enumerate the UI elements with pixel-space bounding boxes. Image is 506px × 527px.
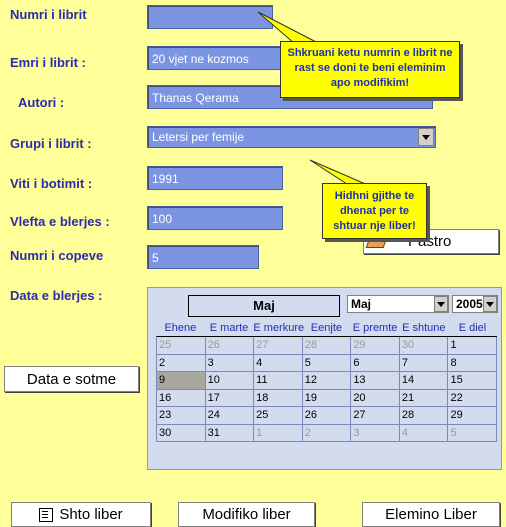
month-select-value: Maj bbox=[351, 297, 372, 311]
calendar-day[interactable]: 3 bbox=[351, 424, 400, 442]
calendar-day[interactable]: 12 bbox=[302, 372, 352, 390]
calendar-week-row: 30 31 1 2 3 4 5 bbox=[157, 424, 498, 442]
calendar-day[interactable]: 21 bbox=[399, 389, 449, 407]
calendar-day[interactable]: 16 bbox=[157, 389, 206, 407]
add-book-button[interactable]: Shto liber bbox=[11, 502, 151, 527]
calendar-day[interactable]: 15 bbox=[448, 372, 498, 390]
calendar-day[interactable]: 11 bbox=[254, 372, 303, 390]
calendar-day[interactable]: 3 bbox=[205, 354, 255, 372]
calendar-day[interactable]: 26 bbox=[205, 337, 255, 355]
calendar-day[interactable]: 4 bbox=[399, 424, 449, 442]
calendar-day[interactable]: 2 bbox=[157, 354, 206, 372]
calendar-day[interactable]: 29 bbox=[448, 407, 498, 425]
calendar-day[interactable]: 28 bbox=[302, 337, 352, 355]
calendar-day[interactable]: 2 bbox=[302, 424, 352, 442]
add-book-icon bbox=[39, 507, 54, 522]
calendar-grid: Ehene E marte E merkure Eenjte E premte E sht… bbox=[156, 320, 498, 442]
calendar-day[interactable]: 23 bbox=[157, 407, 206, 425]
calendar-day[interactable]: 7 bbox=[399, 354, 449, 372]
chevron-down-icon[interactable] bbox=[434, 296, 448, 312]
calendar-day[interactable]: 8 bbox=[448, 354, 498, 372]
calendar-day[interactable]: 30 bbox=[157, 424, 206, 442]
calendar-day[interactable]: 10 bbox=[205, 372, 255, 390]
add-book-label: Shto liber bbox=[59, 506, 123, 523]
calendar-day[interactable]: 6 bbox=[351, 354, 400, 372]
calendar-day[interactable]: 4 bbox=[254, 354, 303, 372]
calendar-days: 25 26 27 28 29 30 1 2 3 4 5 6 7 8 9 10 11 12 13 14 15 16 17 18 1… bbox=[156, 336, 498, 442]
calendar-week-row: 23 24 25 26 27 28 29 bbox=[157, 407, 498, 425]
year-select-value: 2005 bbox=[456, 297, 483, 311]
calendar-day[interactable]: 31 bbox=[205, 424, 255, 442]
today-button[interactable]: Data e sotme bbox=[4, 366, 139, 392]
calendar-day[interactable]: 30 bbox=[399, 337, 449, 355]
calendar-day[interactable]: 17 bbox=[205, 389, 255, 407]
calendar-day[interactable]: 13 bbox=[351, 372, 400, 390]
calendar-day[interactable]: 1 bbox=[448, 337, 498, 355]
year-select[interactable]: 2005 bbox=[452, 295, 498, 313]
month-select[interactable]: Maj bbox=[347, 295, 449, 313]
calendar-day[interactable]: 24 bbox=[205, 407, 255, 425]
calendar-day-selected[interactable]: 9 bbox=[157, 372, 206, 390]
calendar-day[interactable]: 25 bbox=[157, 337, 206, 355]
calendar-day[interactable]: 19 bbox=[302, 389, 352, 407]
calendar-day[interactable]: 27 bbox=[254, 337, 303, 355]
modify-book-button[interactable]: Modifiko liber bbox=[178, 502, 315, 527]
calendar-day[interactable]: 18 bbox=[254, 389, 303, 407]
calendar-day[interactable]: 29 bbox=[351, 337, 400, 355]
weekday-label: Eenjte bbox=[310, 322, 342, 334]
calendar-day[interactable]: 1 bbox=[254, 424, 303, 442]
tooltip-book-number: Shkruani ketu numrin e librit ne rast se… bbox=[280, 41, 460, 98]
calendar-day[interactable]: 25 bbox=[254, 407, 303, 425]
weekday-label: E diel bbox=[458, 322, 487, 334]
calendar-day[interactable]: 26 bbox=[302, 407, 352, 425]
weekday-label: Ehene bbox=[164, 322, 197, 334]
calendar[interactable]: Maj Maj 2005 Ehene E marte E merkure Eenjte… bbox=[147, 287, 502, 470]
calendar-day[interactable]: 27 bbox=[351, 407, 400, 425]
weekday-label: E premte bbox=[352, 322, 398, 334]
weekday-label: E merkure bbox=[253, 322, 305, 334]
calendar-month-title: Maj bbox=[188, 295, 340, 317]
chevron-down-icon[interactable] bbox=[483, 296, 497, 312]
calendar-week-row: 16 17 18 19 20 21 22 bbox=[157, 389, 498, 407]
calendar-week-row: 9 10 11 12 13 14 15 bbox=[157, 372, 498, 390]
calendar-week-row: 2345678 bbox=[157, 354, 498, 372]
weekday-label: E marte bbox=[209, 322, 249, 334]
calendar-day[interactable]: 5 bbox=[448, 424, 498, 442]
tooltip-add-book: Hidhni gjithe te dhenat per te shtuar nj… bbox=[322, 183, 427, 239]
weekday-label: E shtune bbox=[402, 322, 446, 334]
delete-book-button[interactable]: Elemino Liber bbox=[362, 502, 500, 527]
tooltip-top-pointer bbox=[257, 11, 321, 45]
weekday-header: Ehene E marte E merkure Eenjte E premte E sht… bbox=[156, 320, 497, 336]
calendar-day[interactable]: 28 bbox=[399, 407, 449, 425]
calendar-week-row: 25 26 27 28 29 30 1 bbox=[157, 337, 498, 355]
calendar-day[interactable]: 14 bbox=[399, 372, 449, 390]
calendar-day[interactable]: 5 bbox=[302, 354, 352, 372]
calendar-day[interactable]: 20 bbox=[351, 389, 400, 407]
calendar-day[interactable]: 22 bbox=[448, 389, 498, 407]
